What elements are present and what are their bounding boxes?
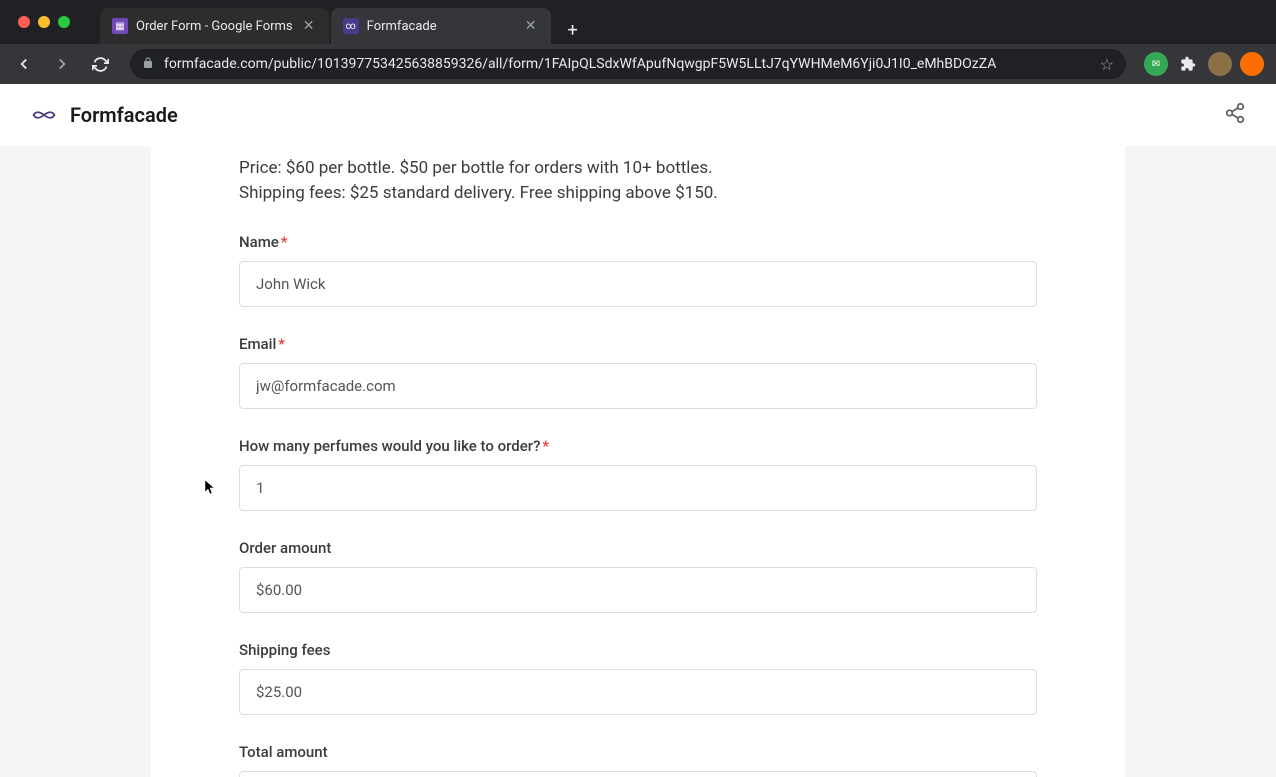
form-card: Price: $60 per bottle. $50 per bottle fo…: [151, 146, 1125, 777]
browser-tab-strip: ▦ Order Form - Google Forms ✕ ∞ Formfaca…: [0, 0, 1276, 44]
page-header: Formfacade: [0, 84, 1276, 146]
quantity-input[interactable]: [239, 465, 1037, 511]
share-button[interactable]: [1224, 102, 1246, 128]
new-tab-button[interactable]: +: [559, 16, 587, 44]
tab-title: Formfacade: [367, 19, 515, 34]
name-input[interactable]: [239, 261, 1037, 307]
tab-google-forms[interactable]: ▦ Order Form - Google Forms ✕: [100, 8, 329, 44]
field-total-amount: Total amount: [239, 743, 1037, 777]
address-bar[interactable]: formfacade.com/public/101397753425638859…: [130, 49, 1126, 79]
bookmark-star-icon[interactable]: ☆: [1100, 55, 1114, 74]
formfacade-favicon-icon: ∞: [343, 18, 359, 34]
order-amount-label: Order amount: [239, 539, 1037, 557]
email-label: Email*: [239, 335, 1037, 353]
field-order-amount: Order amount: [239, 539, 1037, 613]
email-input[interactable]: [239, 363, 1037, 409]
tabs-container: ▦ Order Form - Google Forms ✕ ∞ Formfaca…: [100, 0, 587, 44]
window-maximize-button[interactable]: [58, 16, 70, 28]
browser-toolbar: formfacade.com/public/101397753425638859…: [0, 44, 1276, 84]
profile-avatar[interactable]: [1208, 52, 1232, 76]
url-text: formfacade.com/public/101397753425638859…: [164, 56, 1100, 72]
extension-orange-icon[interactable]: [1240, 52, 1264, 76]
back-button[interactable]: [8, 48, 40, 80]
tab-formfacade[interactable]: ∞ Formfacade ✕: [331, 8, 551, 44]
form-container: Price: $60 per bottle. $50 per bottle fo…: [0, 146, 1276, 777]
pricing-info: Price: $60 per bottle. $50 per bottle fo…: [239, 156, 1037, 205]
lock-icon: [142, 57, 154, 72]
tab-close-button[interactable]: ✕: [301, 18, 317, 34]
window-controls: [8, 16, 80, 28]
required-indicator: *: [542, 437, 549, 455]
tab-close-button[interactable]: ✕: [523, 18, 539, 34]
formfacade-logo-icon: [30, 106, 58, 124]
page-content: Formfacade Price: $60 per bottle. $50 pe…: [0, 84, 1276, 777]
brand[interactable]: Formfacade: [30, 103, 178, 127]
google-forms-favicon-icon: ▦: [112, 18, 128, 34]
field-quantity: How many perfumes would you like to orde…: [239, 437, 1037, 511]
quantity-label: How many perfumes would you like to orde…: [239, 437, 1037, 455]
field-shipping-fees: Shipping fees: [239, 641, 1037, 715]
reload-button[interactable]: [84, 48, 116, 80]
tab-title: Order Form - Google Forms: [136, 19, 293, 34]
field-name: Name*: [239, 233, 1037, 307]
total-amount-input[interactable]: [239, 771, 1037, 777]
price-line: Price: $60 per bottle. $50 per bottle fo…: [239, 156, 1037, 181]
shipping-line: Shipping fees: $25 standard delivery. Fr…: [239, 181, 1037, 206]
window-close-button[interactable]: [18, 16, 30, 28]
forward-button[interactable]: [46, 48, 78, 80]
required-indicator: *: [278, 335, 285, 353]
extension-gmail-icon[interactable]: ✉: [1144, 52, 1168, 76]
order-amount-input[interactable]: [239, 567, 1037, 613]
window-minimize-button[interactable]: [38, 16, 50, 28]
brand-name: Formfacade: [70, 103, 178, 127]
shipping-fees-label: Shipping fees: [239, 641, 1037, 659]
field-email: Email*: [239, 335, 1037, 409]
shipping-fees-input[interactable]: [239, 669, 1037, 715]
extension-icons: ✉: [1140, 52, 1268, 76]
total-amount-label: Total amount: [239, 743, 1037, 761]
required-indicator: *: [281, 233, 288, 251]
extensions-button[interactable]: [1176, 52, 1200, 76]
name-label: Name*: [239, 233, 1037, 251]
